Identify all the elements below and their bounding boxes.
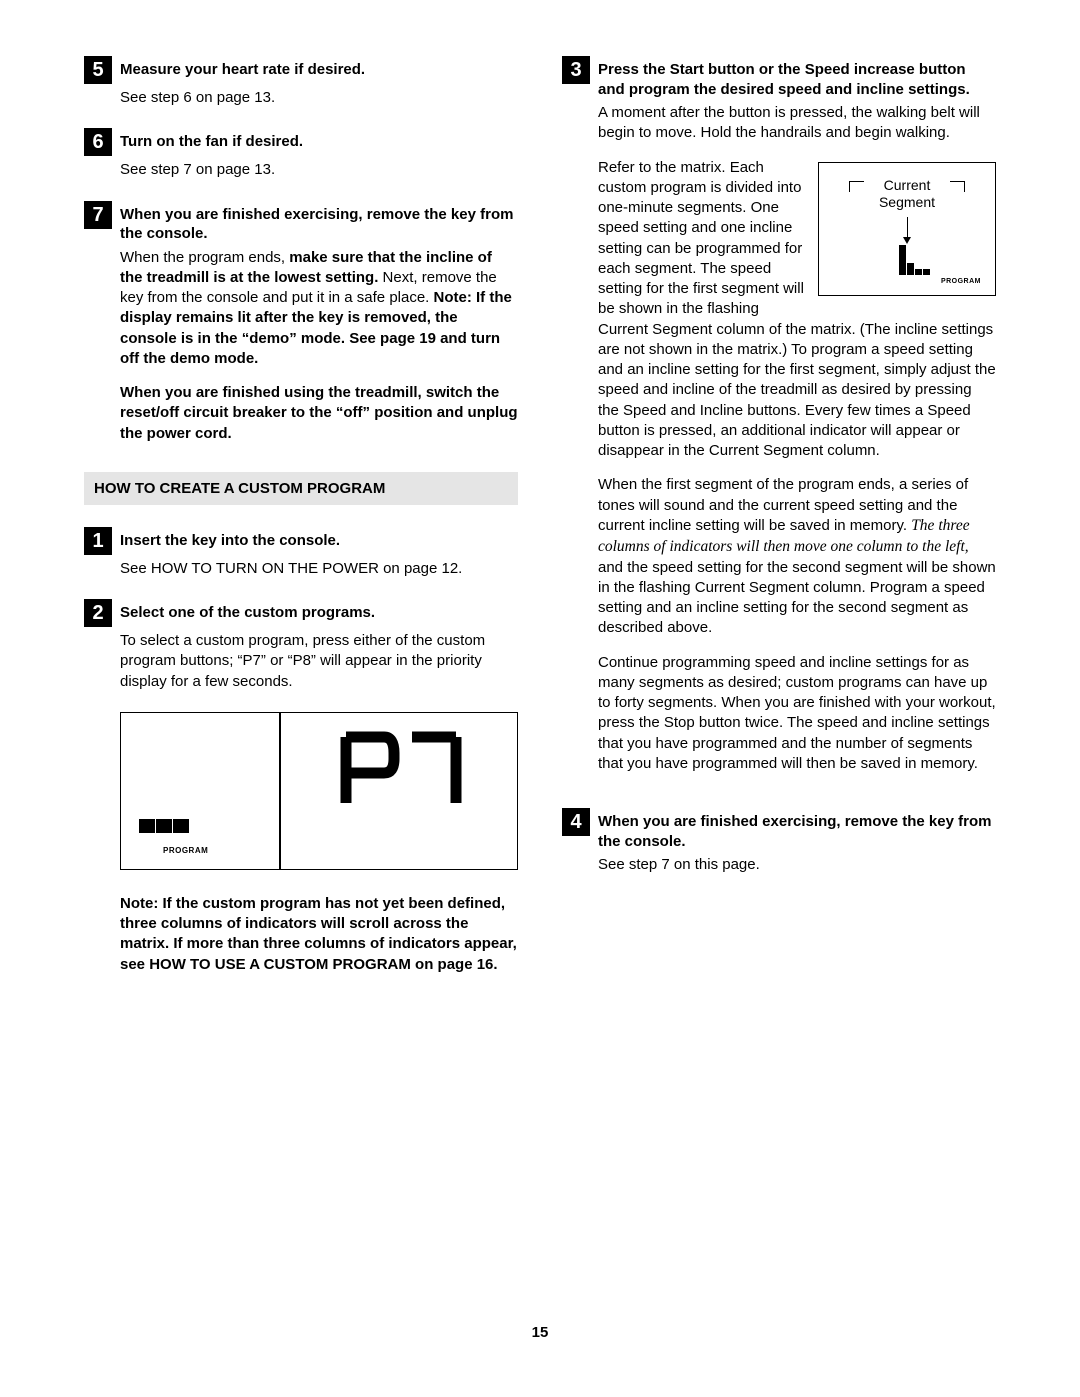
step-text: A moment after the button is pressed, th… [598,103,996,144]
indicator-bars [139,819,189,833]
p7-display-figure: PROGRAM [120,712,518,870]
custom-step-1: 1 Insert the key into the console. [84,527,518,555]
custom-step-3: 3 Press the Start button or the Speed in… [562,56,996,99]
step-number: 1 [84,527,112,555]
page-number: 15 [0,1324,1080,1341]
figure-label: Current Segment [819,177,995,212]
right-column: 3 Press the Start button or the Speed in… [562,56,996,989]
text-run: and the speed setting for the second seg… [598,559,996,637]
indicator-bars [877,239,937,275]
step-number: 5 [84,56,112,84]
step-6: 6 Turn on the fan if desired. [84,128,518,156]
manual-page: 5 Measure your heart rate if desired. Se… [0,0,1080,1397]
step-text: See step 6 on page 13. [120,88,518,108]
step-number: 6 [84,128,112,156]
p7-icon [334,731,464,809]
step-number: 3 [562,56,590,84]
text-bold: When you are finished using the treadmil… [120,384,518,442]
section-heading: HOW TO CREATE A CUSTOM PROGRAM [84,472,518,505]
step-title: Press the Start button or the Speed incr… [598,56,996,99]
program-label: PROGRAM [941,277,981,286]
step-5: 5 Measure your heart rate if desired. [84,56,518,84]
custom-step-2: 2 Select one of the custom programs. [84,599,518,627]
step-title: Measure your heart rate if desired. [120,56,365,84]
step-body: See HOW TO TURN ON THE POWER on page 12. [120,559,518,579]
step-title: Turn on the fan if desired. [120,128,303,156]
step-7: 7 When you are finished exercising, remo… [84,201,518,244]
step-text: Continue programming speed and incline s… [598,653,996,775]
step-body: See step 7 on page 13. [120,160,518,180]
step-number: 4 [562,808,590,836]
step-text: See HOW TO TURN ON THE POWER on page 12. [120,559,518,579]
step-body: Note: If the custom program has not yet … [120,894,518,975]
step-title: Select one of the custom programs. [120,599,375,627]
text-bold: Note: If the custom program has not yet … [120,895,517,973]
program-label: PROGRAM [163,846,208,855]
step-title: When you are finished exercising, remove… [120,201,518,244]
step-text: To select a custom program, press either… [120,631,518,692]
step-text: When the program ends, make sure that th… [120,248,518,370]
text-line: Current [884,177,931,193]
left-column: 5 Measure your heart rate if desired. Se… [84,56,518,989]
step-number: 2 [84,599,112,627]
step-body: When the program ends, make sure that th… [120,248,518,444]
step-text: When the first segment of the program en… [598,475,996,638]
current-segment-figure: Current Segment PROGRAM [818,162,996,296]
step-body: To select a custom program, press either… [120,631,518,692]
display-matrix: PROGRAM [121,713,281,869]
step-body: A moment after the button is pressed, th… [598,103,996,788]
step-text: When you are finished using the treadmil… [120,383,518,444]
step-note: Note: If the custom program has not yet … [120,894,518,975]
step-title: When you are finished exercising, remove… [598,808,996,851]
arrow-icon [907,217,908,239]
step-number: 7 [84,201,112,229]
step-body: See step 6 on page 13. [120,88,518,108]
step-text: See step 7 on this page. [598,855,996,875]
text-line: Segment [879,194,935,210]
custom-step-4: 4 When you are finished exercising, remo… [562,808,996,851]
step-text: See step 7 on page 13. [120,160,518,180]
step-title: Insert the key into the console. [120,527,340,555]
text-run: When the program ends, [120,249,289,266]
display-priority [281,713,517,869]
step-body: See step 7 on this page. [598,855,996,875]
